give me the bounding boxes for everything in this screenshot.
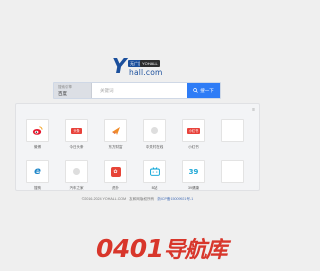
tile-bilibili[interactable]: B站 [143, 160, 166, 191]
toutiao-icon: 头条 [71, 127, 82, 134]
tile-eastmoney[interactable]: 东方财富 [104, 119, 127, 150]
39health-icon: 39 [188, 167, 199, 176]
tile-weibo[interactable]: 微博 [26, 119, 49, 150]
tile-empty[interactable] [221, 119, 244, 150]
footer-beian-link[interactable]: 浙ICP备15009921号-1 [157, 197, 193, 201]
tile-toutiao[interactable]: 头条 今日头条 [65, 119, 88, 150]
tile-label: 搜狗 [34, 186, 41, 190]
search-button[interactable]: 搜一下 [187, 83, 220, 98]
tile-icon-box [104, 119, 127, 142]
tile-icon-box [221, 160, 244, 183]
tile-label: 汽车之家 [69, 186, 84, 190]
eastmoney-icon [111, 126, 120, 135]
footer: ©2016-2024 YOHALL.COM 友和网版权所有 浙ICP备15009… [0, 197, 275, 202]
watermark-text: 导航库 [163, 238, 228, 263]
tile-icon-box [26, 119, 49, 142]
tile-icon-box [143, 119, 166, 142]
sogou-icon: e [34, 166, 41, 177]
tile-icon-box [221, 119, 244, 142]
shortcut-panel: ≡ 微博 头条 今日头条 东方财富 中关村在线 小红书 小红书 e 搜狗 汽车之… [15, 103, 260, 191]
search-engine-select[interactable]: 搜索引擎 百度 [54, 83, 92, 98]
tile-icon-box: e [26, 160, 49, 183]
tile-empty[interactable] [221, 160, 244, 191]
logo-tag-sub: YOHALL [140, 60, 160, 67]
tile-xiaohongshu[interactable]: 小红书 小红书 [182, 119, 205, 150]
tile-icon-box: 小红书 [182, 119, 205, 142]
search-input[interactable] [92, 83, 187, 98]
search-icon [193, 88, 198, 93]
hupu-icon: ✿ [110, 166, 121, 177]
weibo-icon [32, 126, 43, 135]
tile-label: B站 [151, 186, 158, 190]
search-button-label: 搜一下 [200, 87, 214, 93]
tile-label: 39健康 [188, 186, 199, 190]
tile-label: 今日头条 [69, 145, 84, 149]
tile-label: 东方财富 [108, 145, 123, 149]
autohome-icon [73, 168, 80, 175]
panel-menu-icon[interactable]: ≡ [252, 107, 255, 113]
tile-label: 中关村在线 [145, 145, 164, 149]
engine-name: 百度 [58, 91, 67, 96]
zol-icon [151, 127, 158, 134]
footer-copyright: ©2016-2024 YOHALL.COM [81, 197, 127, 201]
footer-disclaimer: 友和网版权所有 [129, 197, 155, 201]
tile-icon-box [143, 160, 166, 183]
tile-hupu[interactable]: ✿ 虎扑 [104, 160, 127, 191]
logo-letter: Y [112, 54, 127, 78]
tile-sogou[interactable]: e 搜狗 [26, 160, 49, 191]
tile-icon-box [65, 160, 88, 183]
search-bar: 搜索引擎 百度 搜一下 [53, 82, 221, 99]
tile-zol[interactable]: 中关村在线 [143, 119, 166, 150]
site-logo[interactable]: Y 无广告 YOHALL hall.com [112, 54, 168, 78]
tile-icon-box: ✿ [104, 160, 127, 183]
watermark-number: 0401 [96, 234, 164, 263]
tile-39health[interactable]: 39 39健康 [182, 160, 205, 191]
xiaohongshu-icon: 小红书 [186, 127, 201, 134]
watermark-logo: 0401 导航库 [96, 232, 228, 264]
logo-domain: hall.com [129, 68, 163, 77]
bilibili-icon [149, 167, 160, 176]
tile-autohome[interactable]: 汽车之家 [65, 160, 88, 191]
tile-label: 小红书 [188, 145, 199, 149]
tile-icon-box: 39 [182, 160, 205, 183]
tile-label: 微博 [34, 145, 41, 149]
engine-caption: 搜索引擎 [58, 85, 72, 89]
tile-icon-box: 头条 [65, 119, 88, 142]
tile-label: 虎扑 [112, 186, 119, 190]
